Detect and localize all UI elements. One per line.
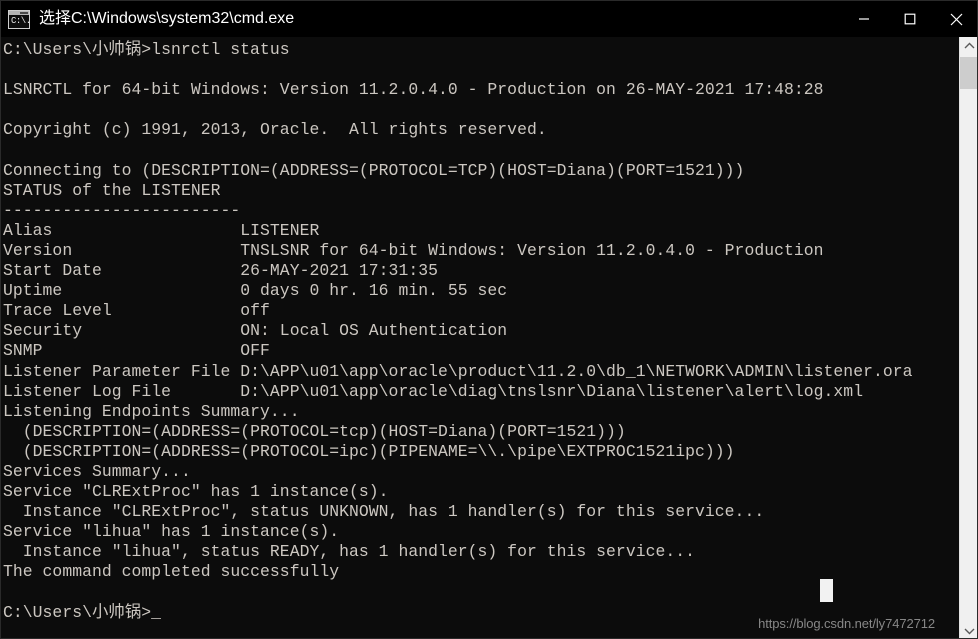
selection-block — [820, 579, 833, 602]
window-controls — [841, 1, 977, 37]
title-bar[interactable]: C:\. 选择C:\Windows\system32\cmd.exe — [1, 1, 977, 37]
console-text: C:\Users\小帅锅>lsnrctl status LSNRCTL for … — [3, 40, 913, 622]
cmd-icon-glyph: C:\. — [11, 15, 31, 26]
console-window: C:\. 选择C:\Windows\system32\cmd.exe C:\Us… — [0, 0, 978, 639]
cmd-icon-titlebar — [9, 10, 29, 15]
minimize-button[interactable] — [841, 1, 887, 37]
vertical-scrollbar[interactable] — [959, 37, 977, 638]
scroll-up-arrow-icon[interactable] — [960, 37, 977, 55]
scroll-down-arrow-icon[interactable] — [960, 622, 977, 638]
cmd-icon: C:\. — [8, 9, 31, 29]
scrollbar-track[interactable] — [960, 55, 977, 622]
console-output-area[interactable]: C:\Users\小帅锅>lsnrctl status LSNRCTL for … — [1, 37, 959, 638]
watermark: https://blog.csdn.net/ly7472712 — [758, 616, 935, 631]
scrollbar-thumb[interactable] — [960, 57, 977, 89]
maximize-button[interactable] — [887, 1, 933, 37]
close-button[interactable] — [933, 1, 977, 37]
window-title: 选择C:\Windows\system32\cmd.exe — [39, 10, 295, 27]
title-bar-left: C:\. 选择C:\Windows\system32\cmd.exe — [1, 1, 841, 37]
